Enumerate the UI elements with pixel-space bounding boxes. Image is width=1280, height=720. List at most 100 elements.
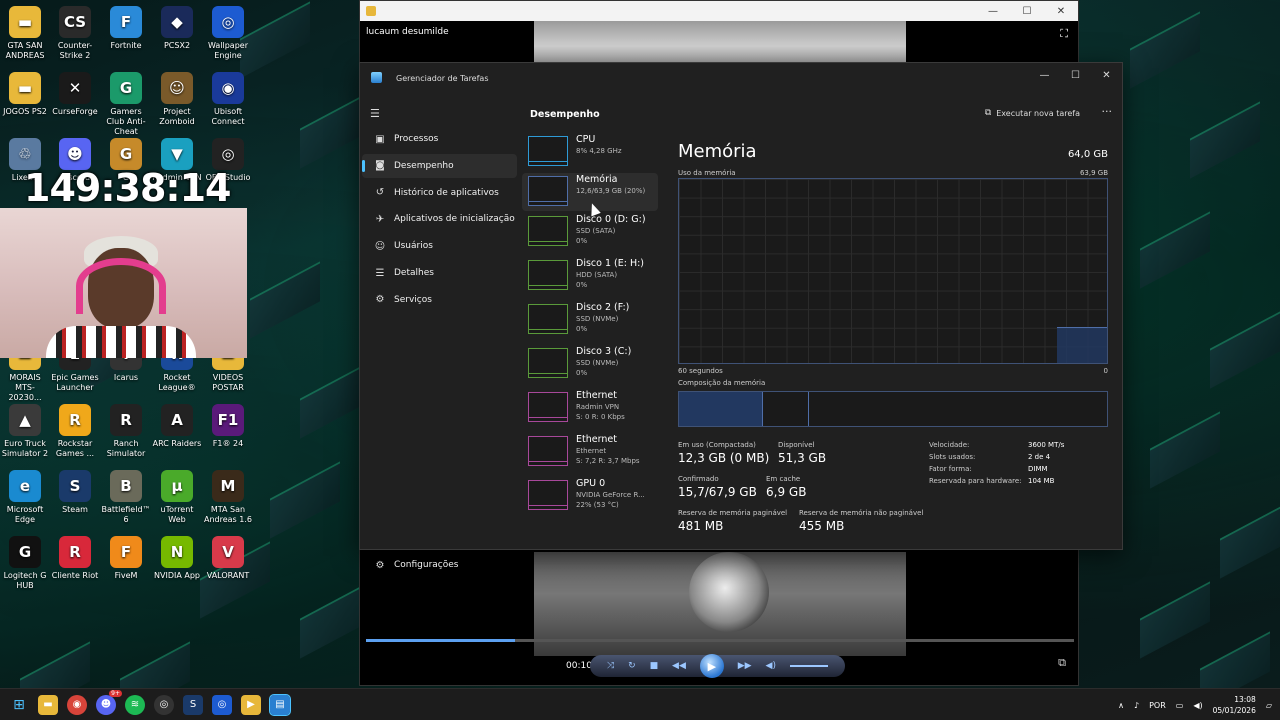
resource-detail: SSD (NVMe) — [576, 359, 619, 367]
resource-value: 0% — [576, 237, 588, 245]
start-icon[interactable]: ⊞ — [9, 694, 29, 715]
language-indicator[interactable]: POR — [1149, 701, 1166, 710]
run-new-task-button[interactable]: ⧉ Executar nova tarefa — [985, 108, 1080, 118]
repeat-icon[interactable]: ↻ — [628, 661, 636, 671]
desktop-icon-valorant[interactable]: V VALORANT — [203, 536, 253, 581]
app-icon: ▬ — [9, 72, 41, 104]
task-manager-titlebar[interactable]: Gerenciador de Tarefas — ☐ ✕ — [360, 63, 1122, 93]
resource-item[interactable]: Disco 3 (C:) SSD (NVMe) 0% — [522, 345, 658, 383]
previous-icon[interactable]: ◀◀ — [672, 661, 686, 671]
close-button[interactable]: ✕ — [1044, 6, 1078, 17]
desktop-icon-label: Logitech G HUB — [3, 571, 47, 590]
desktop-icon-f1-24[interactable]: F1 F1® 24 — [203, 404, 253, 449]
shuffle-icon[interactable]: ⤨ — [607, 661, 614, 671]
stat-label: Disponível — [778, 441, 815, 449]
sidebar-item-historico-de-aplicativos[interactable]: ↺ Histórico de aplicativos — [362, 181, 517, 205]
player-titlebar[interactable]: — ☐ ✕ — [360, 1, 1078, 21]
resource-item[interactable]: Ethernet Radmin VPN S: 0 R: 0 Kbps — [522, 389, 658, 427]
file-explorer-icon[interactable]: ▬ — [38, 694, 58, 715]
volume-slider[interactable] — [789, 665, 828, 667]
desktop-icon-project-zomboid[interactable]: ☺ Project Zomboid — [152, 72, 202, 127]
close-button[interactable]: ✕ — [1091, 63, 1122, 87]
task-manager-window[interactable]: Gerenciador de Tarefas — ☐ ✕ ☰ ▣ Processo… — [359, 62, 1123, 571]
maximize-button[interactable]: ☐ — [1010, 6, 1044, 17]
desktop-icon-utorrent-web[interactable]: µ uTorrent Web — [152, 470, 202, 525]
desktop-icon-jogos-ps2[interactable]: ▬ JOGOS PS2 — [0, 72, 50, 117]
sidebar-item-processos[interactable]: ▣ Processos — [362, 127, 517, 151]
more-options-icon[interactable]: ··· — [1102, 105, 1113, 118]
chrome-icon[interactable]: ◉ — [67, 694, 87, 715]
wallpaper-engine-icon[interactable]: ◎ — [212, 694, 232, 715]
sidebar-item-aplicativos-de-inicializacao[interactable]: ✈ Aplicativos de inicialização — [362, 207, 517, 231]
desktop-icon-label: Project Zomboid — [159, 107, 195, 126]
volume-icon[interactable]: ◀) — [766, 661, 776, 671]
play-icon[interactable]: ▶ — [699, 654, 724, 678]
microphone-icon[interactable]: ♪ — [1134, 701, 1139, 710]
steam-icon[interactable]: S — [183, 694, 203, 715]
desktop-icon-curseforge[interactable]: ✕ CurseForge — [50, 72, 100, 117]
resource-item[interactable]: Disco 0 (D: G:) SSD (SATA) 0% — [522, 213, 658, 251]
spotify-icon[interactable]: ≋ — [125, 694, 145, 715]
desktop-icon-fivem[interactable]: F FiveM — [101, 536, 151, 581]
minimize-button[interactable]: — — [1029, 63, 1060, 87]
sidebar-item-settings[interactable]: ⚙ Configurações — [362, 555, 517, 575]
discord-icon[interactable]: ☻ 9+ — [96, 689, 122, 715]
desktop-icon-fortnite[interactable]: F Fortnite — [101, 6, 151, 51]
desktop-icon-ranch-simulator[interactable]: R Ranch Simulator — [101, 404, 151, 459]
desktop-icon-label: Ranch Simulator — [106, 439, 146, 458]
resource-value: 0% — [576, 325, 588, 333]
desktop-icon-arc-raiders[interactable]: A ARC Raiders — [152, 404, 202, 449]
desktop-icon-gta-san-andreas[interactable]: ▬ GTA SAN ANDREAS — [0, 6, 50, 61]
desktop-icon-euro-truck-simulator-2[interactable]: ▲ Euro Truck Simulator 2 — [0, 404, 50, 459]
desktop-icon-rockstar-games[interactable]: R Rockstar Games ... — [50, 404, 100, 459]
network-icon[interactable]: ▭ — [1176, 701, 1184, 710]
desktop-icon-nvidia-app[interactable]: N NVIDIA App — [152, 536, 202, 581]
next-icon[interactable]: ▶▶ — [738, 661, 752, 671]
minimize-button[interactable]: — — [976, 6, 1010, 17]
desktop-icon-microsoft-edge[interactable]: e Microsoft Edge — [0, 470, 50, 525]
desktop-icon-label: Rocket League® — [158, 373, 196, 392]
obs-icon[interactable]: ◎ — [154, 694, 174, 715]
clock[interactable]: 13:08 05/01/2026 — [1213, 694, 1256, 716]
desktop-icon-gamers-club-anti-cheat[interactable]: G Gamers Club Anti-Cheat — [101, 72, 151, 137]
desktop-icon-label: MORAIS MTS-20230... — [8, 373, 42, 402]
switch-view-icon[interactable]: ⧉ — [1058, 656, 1066, 670]
desktop-icon-pcsx2[interactable]: ◆ PCSX2 — [152, 6, 202, 51]
resource-item[interactable]: GPU 0 NVIDIA GeForce R... 22% (53 °C) — [522, 477, 658, 515]
desktop-icon-ubisoft-connect[interactable]: ◉ Ubisoft Connect — [203, 72, 253, 127]
resource-item[interactable]: Disco 2 (F:) SSD (NVMe) 0% — [522, 301, 658, 339]
sidebar-item-servicos[interactable]: ⚙ Serviços — [362, 288, 517, 312]
maximize-button[interactable]: ☐ — [1060, 63, 1091, 87]
resource-mini-graph — [528, 176, 568, 206]
resource-item[interactable]: CPU 8% 4,28 GHz — [522, 133, 658, 171]
resource-detail: Ethernet — [576, 447, 607, 455]
media-player-icon — [366, 6, 376, 16]
chevron-up-icon[interactable]: ∧ — [1118, 701, 1124, 710]
hamburger-menu-icon[interactable]: ☰ — [370, 107, 380, 120]
seek-bar[interactable] — [366, 639, 1074, 642]
sidebar-item-desempenho[interactable]: ◙ Desempenho — [362, 153, 517, 178]
resource-item[interactable]: Disco 1 (E: H:) HDD (SATA) 0% — [522, 257, 658, 295]
desktop-icon-mta-san-andreas-1-6[interactable]: M MTA San Andreas 1.6 — [203, 470, 253, 525]
volume-icon[interactable]: ◀) — [1193, 701, 1202, 710]
media-player-taskbar-icon[interactable]: ▶ — [241, 694, 261, 715]
resource-detail: HDD (SATA) — [576, 271, 618, 279]
notifications-icon[interactable]: ▱ — [1266, 701, 1272, 710]
spec-value: 104 MB — [1028, 477, 1055, 485]
task-manager-taskbar-icon[interactable]: ▤ — [269, 693, 291, 716]
desktop-icon-steam[interactable]: S Steam — [50, 470, 100, 515]
resource-title: Memória — [678, 141, 757, 162]
desktop-icon-logitech-g-hub[interactable]: G Logitech G HUB — [0, 536, 50, 591]
stop-icon[interactable]: ■ — [650, 661, 659, 671]
desktop-icon-label: Wallpaper Engine — [207, 41, 248, 60]
app-icon: B — [110, 470, 142, 502]
desktop-icon-cliente-riot[interactable]: R Cliente Riot — [50, 536, 100, 581]
desktop-icon-counter-strike-2[interactable]: CS Counter-Strike 2 — [50, 6, 100, 61]
resource-item[interactable]: Ethernet Ethernet S: 7,2 R: 3,7 Mbps — [522, 433, 658, 471]
desktop-icon-label: Microsoft Edge — [6, 505, 44, 524]
desktop-icon-wallpaper-engine[interactable]: ◎ Wallpaper Engine — [203, 6, 253, 61]
desktop-icon-battlefield-6[interactable]: B Battlefield™ 6 — [101, 470, 151, 525]
sidebar-item-detalhes[interactable]: ☰ Detalhes — [362, 261, 517, 285]
fullscreen-icon[interactable]: ⛶ — [1060, 27, 1068, 41]
sidebar-item-usuarios[interactable]: ☺ Usuários — [362, 234, 517, 258]
